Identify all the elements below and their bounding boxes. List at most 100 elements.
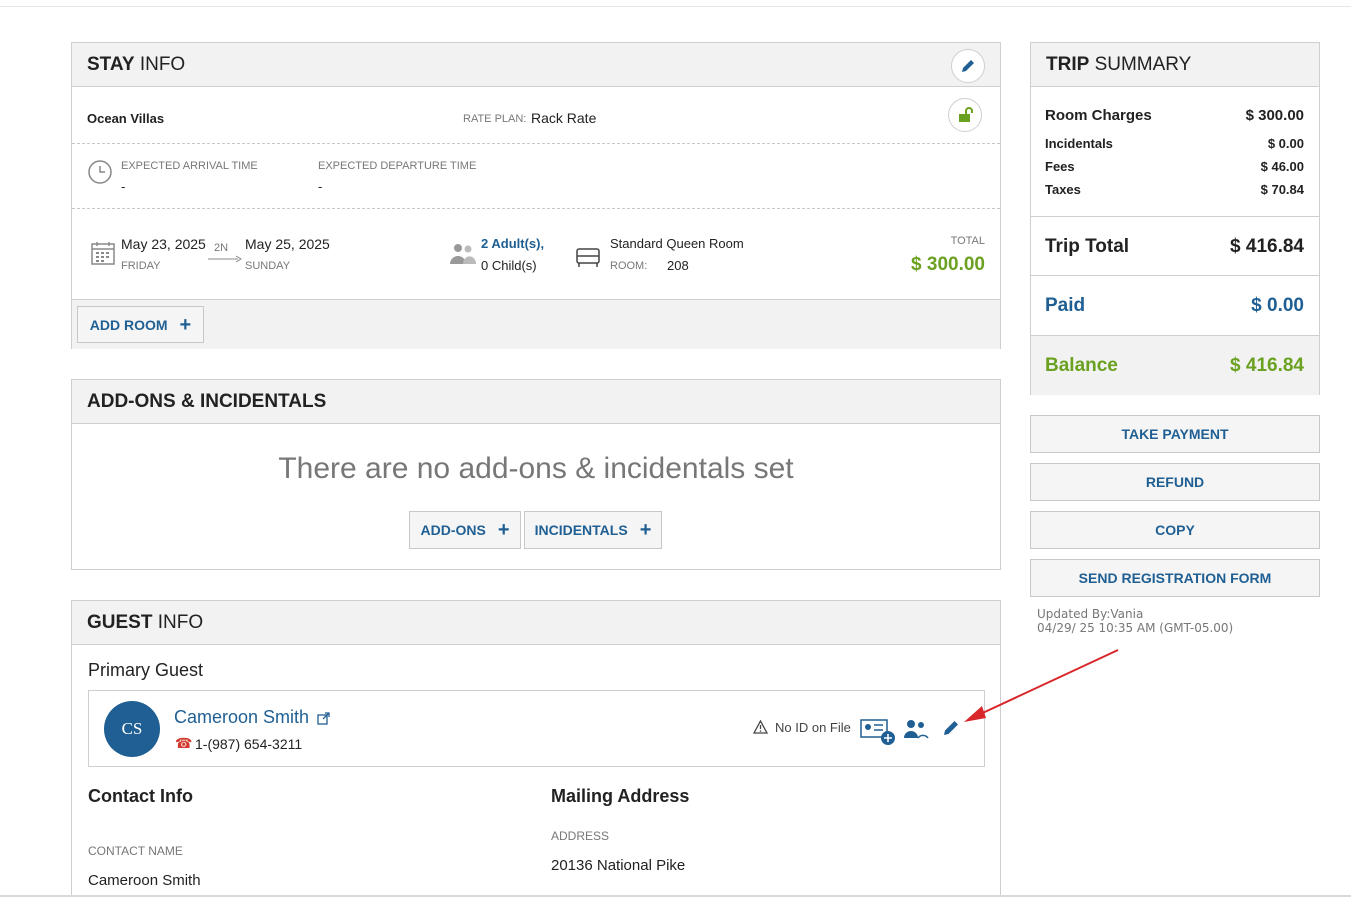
trip-summary-header: TRIP SUMMARY [1031,43,1319,87]
room-charges-row: Room Charges $ 300.00 [1045,107,1304,124]
address-label: ADDRESS [551,829,610,843]
guest-name-link[interactable]: Cameroon Smith [174,707,309,728]
edit-guest-pencil-icon[interactable] [942,719,960,737]
avatar: CS [104,701,160,757]
top-divider [0,6,1351,7]
warning-icon [753,720,768,734]
copy-button[interactable]: COPY [1030,511,1320,549]
refund-button[interactable]: REFUND [1030,463,1320,501]
trip-summary-panel: TRIP SUMMARY Room Charges $ 300.00 Incide… [1030,42,1320,395]
property-name: Ocean Villas [87,111,165,126]
calendar-icon [91,242,115,265]
add-room-button[interactable]: ADD ROOM + [77,306,204,343]
add-id-card-icon[interactable] [860,718,898,746]
fees-row: Fees $ 46.00 [1045,159,1304,174]
avatar-initials: CS [121,719,143,738]
nights-count: 2N [214,242,229,254]
stay-info-title-bold: STAY [87,53,135,75]
guest-info-header: GUEST INFO [72,601,1000,645]
unlock-button[interactable] [948,98,982,132]
trip-summary-title-bold: TRIP [1046,53,1090,75]
room-charges-label: Room Charges [1045,107,1152,124]
room-number: 208 [667,258,689,273]
taxes-value: $ 70.84 [1260,182,1304,197]
external-link-icon[interactable] [317,712,330,725]
mailing-address-heading: Mailing Address [551,786,690,806]
departure-value: - [318,179,323,194]
checkout-day: SUNDAY [245,260,291,272]
updated-at: 04/29/ 25 10:35 AM (GMT-05.00) [1037,621,1234,635]
trip-total-label: Trip Total [1045,236,1130,257]
edit-stay-button[interactable] [951,49,985,83]
arrow-right-icon [208,255,242,263]
balance-value: $ 416.84 [1230,355,1304,376]
updated-by: Updated By:Vania [1037,607,1144,621]
summary-divider-2 [1031,275,1319,276]
contact-info-heading: Contact Info [88,786,193,806]
incidentals-button-label: INCIDENTALS [534,522,628,538]
guest-info-title-bold: GUEST [87,611,153,633]
add-incidentals-button[interactable]: INCIDENTALS + [524,511,662,549]
send-registration-form-button[interactable]: SEND REGISTRATION FORM [1030,559,1320,597]
contact-name-value: Cameroon Smith [88,872,201,889]
fees-label: Fees [1045,159,1075,174]
contact-name-label: CONTACT NAME [88,844,183,858]
checkout-date: May 25, 2025 [245,236,330,252]
total-value: $ 300.00 [911,254,985,275]
primary-guest-label: Primary Guest [88,660,204,680]
rate-plan-value: Rack Rate [531,110,597,126]
pencil-icon [962,60,974,72]
plus-icon: + [639,519,652,541]
phone-icon: ☎ [175,735,193,751]
balance-row: Balance $ 416.84 [1045,355,1304,377]
unlock-icon [959,107,973,122]
room-charges-value: $ 300.00 [1245,107,1304,124]
trip-summary-title-rest: SUMMARY [1094,53,1192,75]
annotation-arrow [964,649,1119,722]
paid-value: $ 0.00 [1251,295,1304,316]
id-status: No ID on File [775,720,851,735]
departure-label: EXPECTED DEPARTURE TIME [318,160,477,172]
guest-info-title-rest: INFO [157,611,204,633]
balance-label: Balance [1045,355,1118,376]
add-addons-button[interactable]: ADD-ONS + [409,511,521,549]
addons-button-label: ADD-ONS [420,522,486,538]
stay-footer [72,299,1000,349]
addons-empty-message: There are no add-ons & incidentals set [278,452,794,485]
paid-label: Paid [1045,295,1086,316]
taxes-label: Taxes [1045,182,1081,197]
addons-header: ADD-ONS & INCIDENTALS [72,380,1000,424]
guest-phone: 1-(987) 654-3211 [195,736,303,752]
plus-icon: + [497,519,510,541]
rate-plan-label: RATE PLAN: [463,113,527,125]
arrival-value: - [121,179,126,194]
children-count: 0 Child(s) [481,258,537,273]
adults-count[interactable]: 2 Adult(s), [481,236,544,251]
stay-info-header: STAY INFO [72,43,1000,87]
trip-total-value: $ 416.84 [1230,236,1304,257]
take-payment-button[interactable]: TAKE PAYMENT [1030,415,1320,453]
address-value: 20136 National Pike [551,857,686,874]
stay-divider-1 [72,143,1000,144]
checkin-date: May 23, 2025 [121,236,206,252]
incidentals-value: $ 0.00 [1267,136,1304,151]
bed-icon [576,248,600,267]
room-label: ROOM: [610,260,648,272]
guest-info-panel: GUEST INFO Primary Guest CS Cameroon Smi… [71,600,1001,897]
plus-icon: + [179,313,192,336]
summary-divider-1 [1031,216,1319,217]
taxes-row: Taxes $ 70.84 [1045,182,1304,197]
addons-panel: ADD-ONS & INCIDENTALS There are no add-o… [71,379,1001,570]
addons-title: ADD-ONS & INCIDENTALS [87,390,327,412]
clock-icon [88,160,112,184]
fees-value: $ 46.00 [1260,159,1304,174]
room-type: Standard Queen Room [610,236,744,251]
checkin-day: FRIDAY [121,260,161,272]
trip-total-row: Trip Total $ 416.84 [1045,236,1304,258]
add-room-label: ADD ROOM [89,316,168,333]
guests-manage-icon[interactable] [903,718,929,740]
paid-row: Paid $ 0.00 [1045,295,1304,317]
incidentals-label: Incidentals [1045,136,1113,151]
guest-card: CS Cameroon Smith ☎ 1-(987) 654-3211 No … [88,690,985,767]
stay-divider-2 [72,208,1000,209]
